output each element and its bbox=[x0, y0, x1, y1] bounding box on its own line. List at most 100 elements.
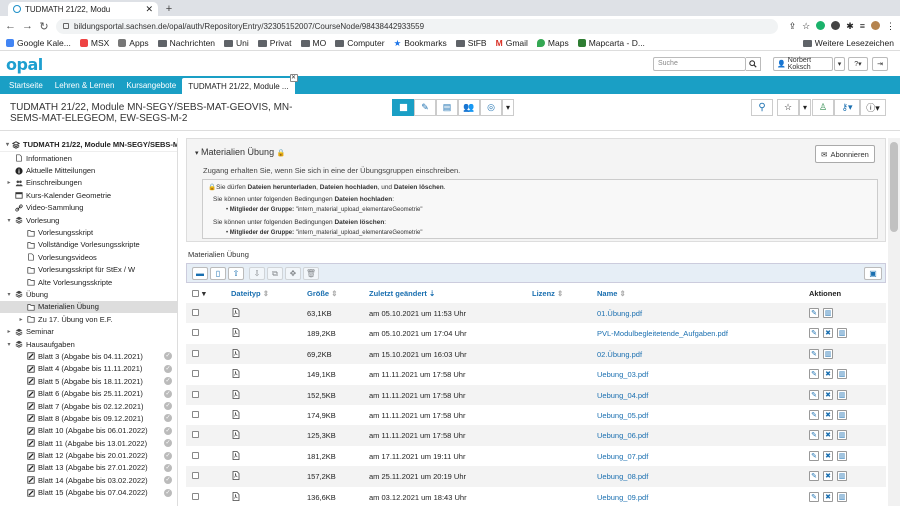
sidebar-item[interactable]: Blatt 3 (Abgabe bis 04.11.2021) ✓ bbox=[0, 350, 177, 362]
delete-file-button[interactable]: ▥ bbox=[837, 328, 847, 339]
info-dropdown-button[interactable]: ⓘ▾ bbox=[860, 99, 886, 116]
reload-icon[interactable]: ↻ bbox=[39, 20, 49, 33]
metadata-button[interactable]: ✖ bbox=[823, 369, 833, 380]
assessment-button[interactable]: ◎ bbox=[480, 99, 502, 116]
course-tools-button[interactable]: ▤ bbox=[436, 99, 458, 116]
sidebar-item[interactable]: Blatt 15 (Abgabe bis 07.04.2022) ✓ bbox=[0, 487, 177, 499]
sidebar-item[interactable]: Vorlesungsskript für StEx / W bbox=[0, 264, 177, 276]
favorite-dropdown-button[interactable]: ▾ bbox=[799, 99, 811, 116]
metadata-button[interactable]: ✖ bbox=[823, 410, 833, 420]
course-view-button[interactable] bbox=[392, 99, 414, 116]
sidebar-item[interactable]: Blatt 10 (Abgabe bis 06.01.2022) ✓ bbox=[0, 425, 177, 437]
search-course-button[interactable]: ⚲ bbox=[751, 99, 773, 116]
metadata-button[interactable]: ✖ bbox=[823, 430, 833, 441]
sidebar-item[interactable]: Blatt 8 (Abgabe bis 09.12.2021) ✓ bbox=[0, 412, 177, 424]
bookmark-item[interactable]: Apps bbox=[118, 38, 149, 48]
toggle-icon[interactable]: ▾ bbox=[6, 291, 12, 298]
file-name-link[interactable]: Uebung_03.pdf bbox=[597, 370, 648, 379]
bookmark-star-icon[interactable]: ☆ bbox=[802, 21, 810, 32]
sidebar-item[interactable]: Alte Vorlesungsskripte bbox=[0, 276, 177, 288]
delete-file-button[interactable]: ▥ bbox=[837, 369, 847, 380]
sidebar-item[interactable]: Vollständige Vorlesungsskripte bbox=[0, 239, 177, 251]
sidebar-item[interactable]: Blatt 13 (Abgabe bis 27.01.2022) ✓ bbox=[0, 462, 177, 474]
sidebar-item[interactable]: Blatt 7 (Abgabe bis 02.12.2021) ✓ bbox=[0, 400, 177, 412]
metadata-button[interactable]: ✖ bbox=[823, 450, 833, 461]
sidebar-item[interactable]: Vorlesungsvideos bbox=[0, 251, 177, 263]
page-scrollbar[interactable] bbox=[888, 138, 900, 506]
bookmark-folder[interactable]: StFB bbox=[455, 38, 487, 48]
delete-file-button[interactable]: ▥ bbox=[837, 450, 847, 461]
collapse-icon[interactable]: ▾ bbox=[195, 150, 199, 157]
col-geaendert[interactable]: Zuletzt geändert ⇣ bbox=[369, 289, 435, 298]
edit-file-button[interactable]: ✎ bbox=[809, 430, 819, 441]
row-checkbox[interactable] bbox=[192, 411, 199, 418]
new-tab-icon[interactable]: + bbox=[162, 2, 176, 16]
key-dropdown-button[interactable]: ⚷▾ bbox=[834, 99, 860, 116]
row-checkbox[interactable] bbox=[192, 370, 199, 378]
row-checkbox[interactable] bbox=[192, 329, 199, 337]
bookmark-folder[interactable]: Nachrichten bbox=[157, 38, 215, 48]
browser-tab[interactable]: TUDMATH 21/22, Modu ✕ bbox=[8, 2, 158, 16]
sidebar-item[interactable]: ▾ Vorlesung bbox=[0, 214, 177, 226]
delete-file-button[interactable]: ▥ bbox=[823, 348, 833, 359]
toggle-icon[interactable]: ▸ bbox=[6, 328, 12, 335]
sidebar-item[interactable]: Blatt 12 (Abgabe bis 20.01.2022) ✓ bbox=[0, 449, 177, 461]
sidebar-item[interactable]: ▸ Einschreibungen bbox=[0, 177, 177, 189]
metadata-button[interactable]: ✖ bbox=[823, 491, 833, 502]
members-button[interactable]: 👥 bbox=[458, 99, 480, 116]
back-icon[interactable]: ← bbox=[5, 20, 16, 32]
edit-file-button[interactable]: ✎ bbox=[809, 491, 819, 502]
extension-icon[interactable] bbox=[831, 20, 841, 30]
bookmark-item[interactable]: ★ Bookmarks bbox=[394, 38, 447, 49]
delete-file-button[interactable]: ▥ bbox=[837, 491, 847, 502]
bookmark-folder[interactable]: Privat bbox=[257, 38, 292, 48]
favorite-button[interactable]: ☆ bbox=[777, 99, 799, 116]
bookmark-item[interactable]: Mapcarta - D... bbox=[577, 38, 645, 48]
toggle-icon[interactable]: ▾ bbox=[6, 217, 12, 224]
new-folder-button[interactable]: ▬ bbox=[192, 267, 208, 280]
tab-startseite[interactable]: Startseite bbox=[3, 76, 49, 94]
url-field[interactable]: bildungsportal.sachsen.de/opal/auth/Repo… bbox=[56, 18, 778, 34]
row-checkbox[interactable] bbox=[192, 309, 199, 316]
bookmark-folder[interactable]: Uni bbox=[224, 38, 249, 48]
sidebar-item[interactable]: Blatt 11 (Abgabe bis 13.01.2022) ✓ bbox=[0, 437, 177, 449]
metadata-button[interactable]: ✖ bbox=[823, 471, 833, 482]
close-tab-icon[interactable]: ✕ bbox=[145, 4, 153, 15]
puzzle-icon[interactable]: ✱ bbox=[846, 21, 854, 32]
edit-button[interactable]: ✎ bbox=[414, 99, 436, 116]
sidebar-item[interactable]: Blatt 14 (Abgabe bis 03.02.2022) ✓ bbox=[0, 474, 177, 486]
file-name-link[interactable]: 01.Übung.pdf bbox=[597, 309, 642, 318]
bookmark-folder[interactable]: MO bbox=[300, 38, 326, 48]
help-button[interactable]: ?▾ bbox=[848, 57, 868, 71]
row-checkbox[interactable] bbox=[192, 451, 199, 459]
opal-logo[interactable]: opal bbox=[6, 55, 43, 74]
other-bookmarks[interactable]: Weitere Lesezeichen bbox=[802, 38, 894, 48]
row-checkbox[interactable] bbox=[192, 492, 199, 500]
forward-icon[interactable]: → bbox=[22, 20, 33, 32]
delete-file-button[interactable]: ▥ bbox=[837, 389, 847, 400]
search-button[interactable] bbox=[746, 57, 761, 71]
move-button[interactable]: ✥ bbox=[285, 267, 301, 280]
sidebar-item[interactable]: Aktuelle Mitteilungen bbox=[0, 164, 177, 176]
share-icon[interactable]: ⇪ bbox=[789, 21, 797, 32]
file-name-link[interactable]: Uebung_08.pdf bbox=[597, 472, 648, 481]
file-name-link[interactable]: Uebung_05.pdf bbox=[597, 411, 648, 420]
close-course-tab-icon[interactable]: ✕ bbox=[289, 74, 298, 82]
edit-file-button[interactable]: ✎ bbox=[809, 369, 819, 380]
edit-file-button[interactable]: ✎ bbox=[809, 348, 819, 359]
search-input[interactable]: Suche bbox=[653, 57, 746, 71]
sidebar-item[interactable]: ▾ Hausaufgaben bbox=[0, 338, 177, 350]
file-name-link[interactable]: PVL-Modulbegleitetende_Aufgaben.pdf bbox=[597, 329, 728, 338]
download-button[interactable]: ⇩ bbox=[249, 267, 265, 280]
enrollment-button[interactable]: ♙ bbox=[812, 99, 834, 116]
file-name-link[interactable]: 02.Übung.pdf bbox=[597, 350, 642, 359]
edit-file-button[interactable]: ✎ bbox=[809, 389, 819, 400]
col-dateityp[interactable]: Dateityp ⇕ bbox=[231, 289, 269, 298]
edit-file-button[interactable]: ✎ bbox=[809, 410, 819, 420]
toggle-icon[interactable]: ▸ bbox=[6, 179, 12, 186]
sidebar-item[interactable]: Video-Sammlung bbox=[0, 202, 177, 214]
tab-kursangebote[interactable]: Kursangebote bbox=[120, 76, 182, 94]
extension-icon[interactable] bbox=[816, 20, 826, 30]
file-name-link[interactable]: Uebung_04.pdf bbox=[597, 391, 648, 400]
tab-lehren-lernen[interactable]: Lehren & Lernen bbox=[49, 76, 121, 94]
